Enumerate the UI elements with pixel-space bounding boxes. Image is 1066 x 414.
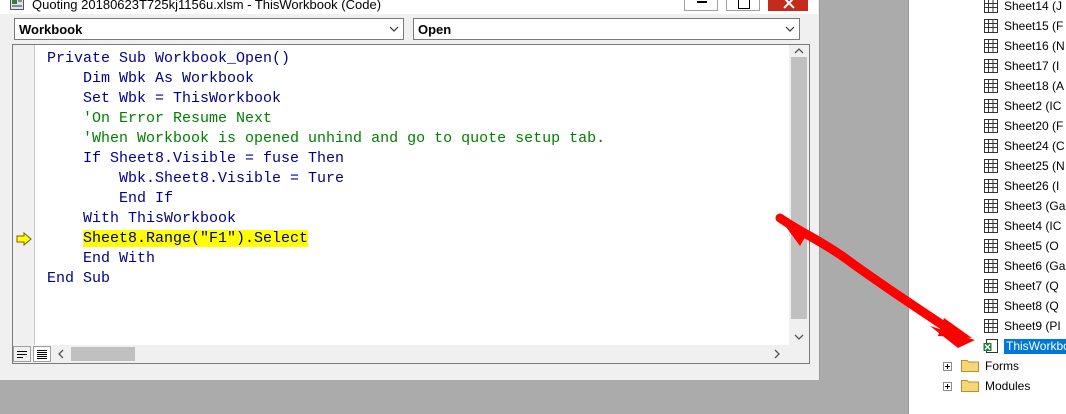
tree-item-label: Sheet24 (C	[1004, 139, 1065, 153]
scroll-up-icon[interactable]	[794, 47, 804, 55]
worksheet-icon	[983, 38, 999, 54]
tree-item-label: Sheet9 (PI	[1004, 319, 1061, 333]
scroll-down-icon[interactable]	[794, 333, 804, 341]
code-line[interactable]: Set Wbk = ThisWorkbook	[47, 89, 605, 109]
code-line[interactable]: Dim Wbk As Workbook	[47, 69, 605, 89]
worksheet-icon	[983, 238, 999, 254]
code-line[interactable]: Sheet8.Range("F1").Select	[47, 229, 605, 249]
worksheet-icon	[983, 58, 999, 74]
procedure-dropdown[interactable]: Open	[413, 18, 800, 40]
tree-item-label: Sheet7 (Q	[1004, 279, 1059, 293]
folder-icon	[961, 358, 979, 372]
worksheet-icon	[983, 318, 999, 334]
full-module-view-button[interactable]	[33, 346, 51, 362]
worksheet-icon	[983, 198, 999, 214]
tree-item-label: Sheet5 (O	[1004, 239, 1059, 253]
tree-item-label: ThisWorkbo	[1004, 339, 1066, 354]
tree-item-label: Sheet26 (I	[1004, 179, 1060, 193]
chevron-down-icon	[785, 26, 795, 32]
code-statement: End If	[119, 190, 174, 207]
maximize-button[interactable]	[726, 0, 760, 11]
worksheet-icon	[983, 178, 999, 194]
tree-item-label: Sheet6 (Ga	[1004, 259, 1066, 273]
expand-icon[interactable]	[943, 382, 952, 391]
worksheet-icon	[983, 18, 999, 34]
worksheet-icon	[983, 258, 999, 274]
close-button[interactable]	[768, 0, 808, 11]
code-line[interactable]: 'On Error Resume Next	[47, 109, 605, 129]
procedure-view-button[interactable]	[13, 346, 31, 362]
tree-item-label: Sheet3 (Ga	[1004, 199, 1066, 213]
margin-indicator-bar[interactable]	[13, 45, 35, 345]
code-statement: End With	[83, 250, 156, 267]
code-line[interactable]: End If	[47, 189, 605, 209]
code-line[interactable]: With ThisWorkbook	[47, 209, 605, 229]
expand-icon[interactable]	[943, 362, 952, 371]
code-line[interactable]: Wbk.Sheet8.Visible = Ture	[47, 169, 605, 189]
code-line[interactable]: Private Sub Workbook_Open()	[47, 49, 605, 69]
scroll-left-icon[interactable]	[57, 349, 65, 359]
code-comment: 'When Workbook is opened unhind and go t…	[83, 130, 606, 147]
tree-item-label: Sheet20 (F	[1004, 119, 1064, 133]
tree-item-label: Sheet17 (I	[1004, 59, 1060, 73]
current-statement: Sheet8.Range("F1").Select	[83, 230, 309, 247]
worksheet-icon	[983, 278, 999, 294]
vba-module-icon	[10, 0, 24, 10]
vertical-scrollbar[interactable]	[789, 45, 809, 345]
code-editor[interactable]: Private Sub Workbook_Open() Dim Wbk As W…	[12, 44, 810, 364]
code-text[interactable]: Private Sub Workbook_Open() Dim Wbk As W…	[47, 49, 605, 289]
tree-item-label: Sheet2 (IC	[1004, 99, 1062, 113]
workbook-icon	[983, 338, 999, 354]
code-statement: Dim Wbk As Workbook	[83, 70, 255, 87]
code-statement: Set Wbk = ThisWorkbook	[83, 90, 282, 107]
worksheet-icon	[983, 138, 999, 154]
worksheet-icon	[983, 0, 999, 14]
tree-item-label: Sheet4 (IC	[1004, 219, 1062, 233]
worksheet-icon	[983, 78, 999, 94]
tree-item-label: Modules	[985, 379, 1031, 393]
folder-icon	[961, 378, 979, 392]
tree-item-label: Sheet8 (Q	[1004, 299, 1059, 313]
tree-item-label: Sheet16 (N	[1004, 39, 1065, 53]
window-title: Quoting 20180623T725kj1156u.xlsm - ThisW…	[32, 0, 382, 12]
code-line[interactable]: If Sheet8.Visible = fuse Then	[47, 149, 605, 169]
editor-bottom-bar	[13, 345, 809, 363]
tree-item-label: Sheet25 (N	[1004, 159, 1065, 173]
worksheet-icon	[983, 158, 999, 174]
horizontal-scroll-thumb[interactable]	[71, 347, 135, 361]
tree-item-label: Sheet18 (A	[1004, 79, 1065, 93]
code-line[interactable]: End With	[47, 249, 605, 269]
chevron-down-icon	[389, 26, 399, 32]
tree-item-label: Sheet15 (F	[1004, 19, 1064, 33]
code-statement: Private Sub Workbook_Open()	[47, 50, 291, 67]
code-line[interactable]: End Sub	[47, 269, 605, 289]
procedure-dropdown-value: Open	[418, 22, 452, 37]
minimize-button[interactable]	[684, 0, 718, 11]
execution-point-arrow-icon	[16, 232, 32, 246]
object-dropdown-value: Workbook	[19, 22, 83, 37]
worksheet-icon	[983, 118, 999, 134]
scroll-right-icon[interactable]	[773, 349, 781, 359]
code-window: Quoting 20180623T725kj1156u.xlsm - ThisW…	[0, 0, 820, 380]
worksheet-icon	[983, 298, 999, 314]
code-statement: With ThisWorkbook	[83, 210, 237, 227]
code-statement: If Sheet8.Visible = fuse Then	[83, 150, 345, 167]
code-line[interactable]: 'When Workbook is opened unhind and go t…	[47, 129, 605, 149]
object-dropdown[interactable]: Workbook	[14, 18, 404, 40]
code-comment: 'On Error Resume Next	[83, 110, 273, 127]
project-explorer-panel: Sheet14 (J Sheet15 (F Sheet16 (N Sheet17 (I…	[908, 0, 1066, 414]
tree-item-label: Sheet14 (J	[1004, 0, 1063, 13]
tree-item-label: Forms	[985, 359, 1019, 373]
code-statement: End Sub	[47, 270, 111, 287]
worksheet-icon	[983, 218, 999, 234]
title-bar[interactable]: Quoting 20180623T725kj1156u.xlsm - ThisW…	[0, 0, 818, 14]
worksheet-icon	[983, 98, 999, 114]
code-statement: Wbk.Sheet8.Visible = Ture	[119, 170, 345, 187]
vertical-scroll-thumb[interactable]	[791, 57, 807, 319]
